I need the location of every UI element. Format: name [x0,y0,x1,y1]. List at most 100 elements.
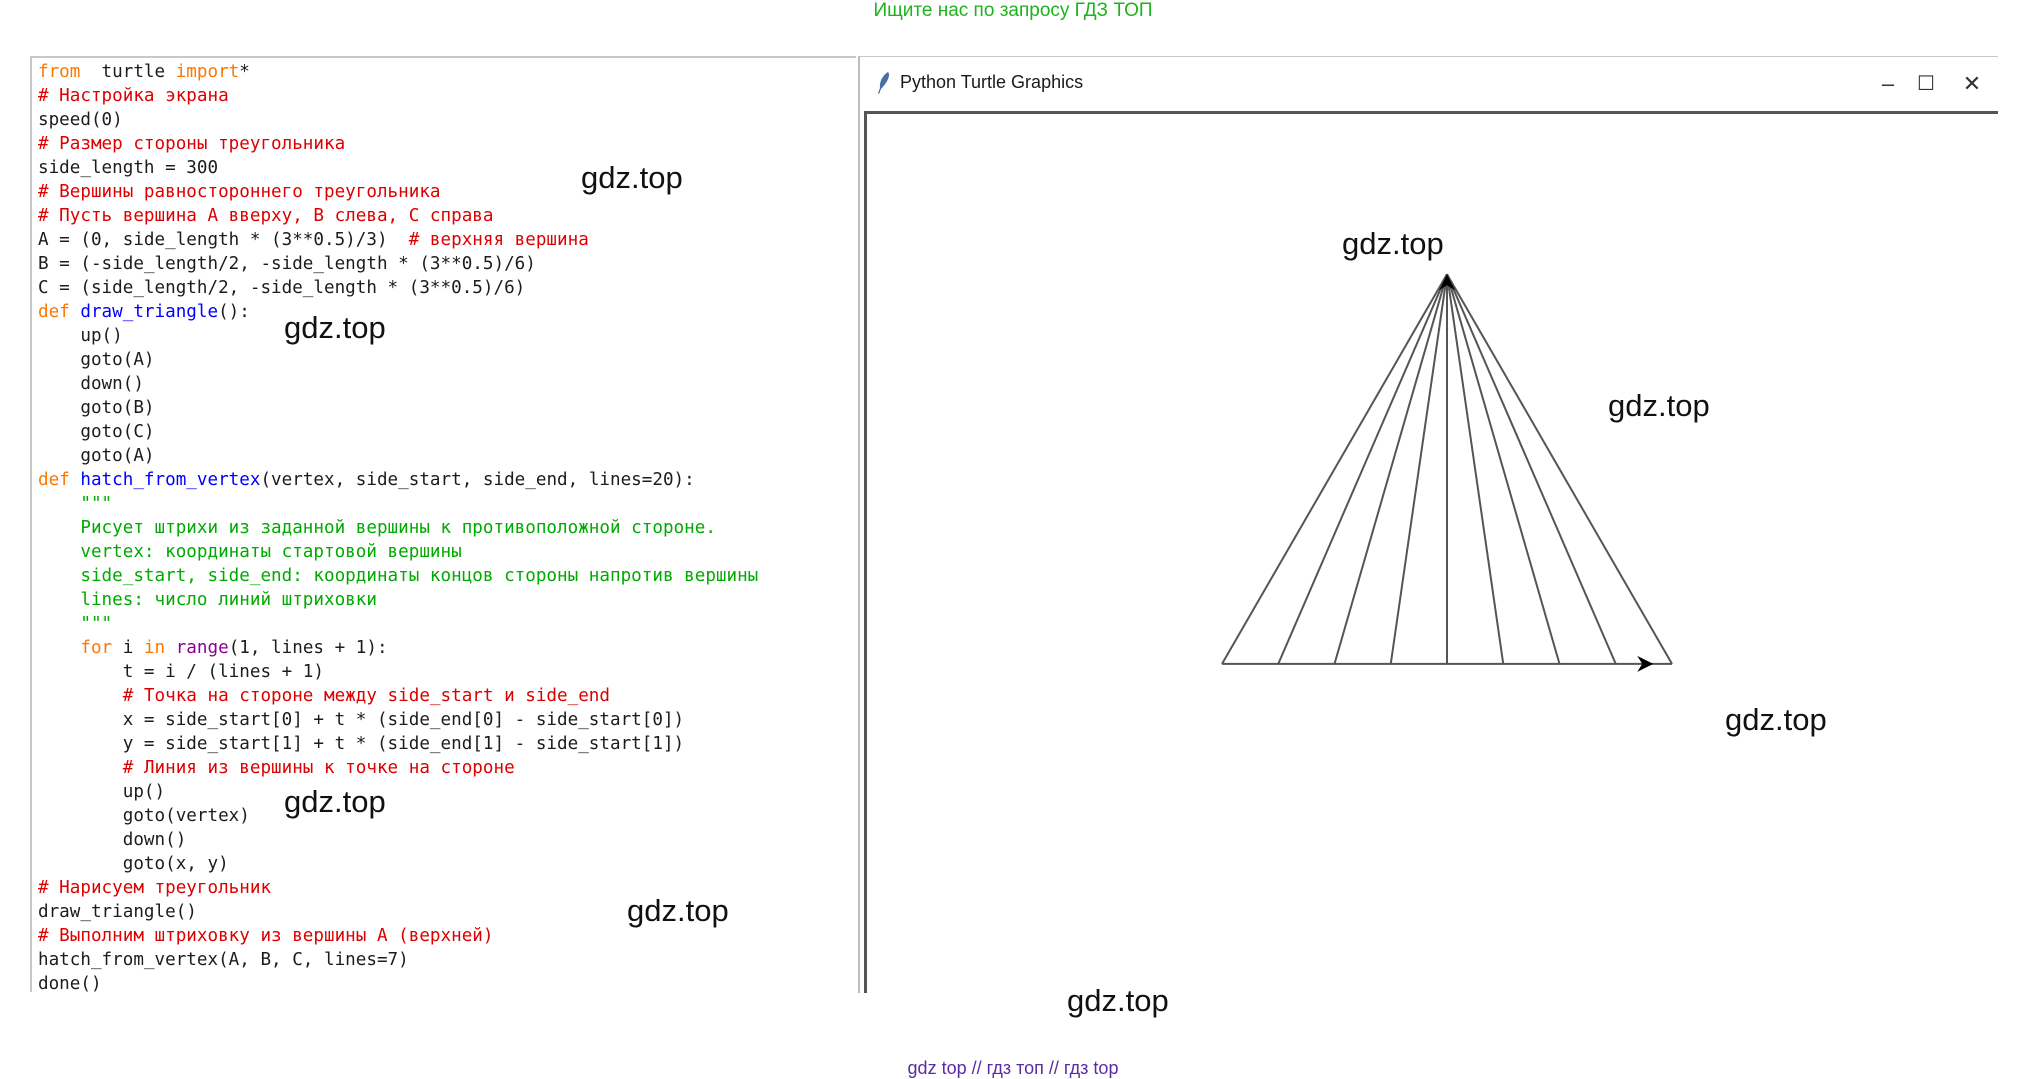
code-token: up() [38,782,166,802]
code-token: # Размер стороны треугольника [38,134,346,154]
code-token: for [38,638,113,658]
source-code[interactable]: from turtle import* # Настройка экрана spe… [32,58,856,992]
code-line: for i in range(1, lines + 1): [38,636,856,660]
code-token: (vertex, side_start, side_end, lines=20)… [260,470,695,490]
code-token: turtle [80,62,176,82]
code-token: lines: число линий штриховки [38,590,377,610]
code-line: def hatch_from_vertex(vertex, side_start… [38,468,856,492]
watermark: gdz.top [581,160,683,195]
maximize-button[interactable]: ☐ [1906,69,1946,99]
watermark: gdz.top [284,310,386,345]
code-token: up() [38,326,123,346]
turtle-window[interactable]: Python Turtle Graphics – ☐ ✕ [858,56,1998,993]
code-token: A = (0, side_length * (3**0.5)/3) [38,230,409,250]
code-token: C = (side_length/2, -side_length * (3**0… [38,278,526,298]
code-line: # Настройка экрана [38,84,856,108]
code-token: draw_triangle [80,302,219,322]
code-token: # Вершины равностороннего треугольника [38,182,441,202]
code-token: goto(x, y) [38,854,229,874]
code-token: t = i / (lines + 1) [38,662,324,682]
code-line: # Пусть вершина A вверху, B слева, C спр… [38,204,856,228]
code-line: goto(B) [38,396,856,420]
code-token: vertex: координаты стартовой вершины [38,542,462,562]
code-token: # Выполним штриховку из вершины A (верхн… [38,926,494,946]
code-line: down() [38,372,856,396]
code-line: A = (0, side_length * (3**0.5)/3) # верх… [38,228,856,252]
code-line: goto(vertex) [38,804,856,828]
code-token: side_start, side_end: координаты концов … [38,566,759,586]
code-line: B = (-side_length/2, -side_length * (3**… [38,252,856,276]
code-token: # Нарисуем треугольник [38,878,272,898]
code-token: goto(vertex) [38,806,250,826]
watermark: gdz.top [627,893,729,928]
feather-icon [878,72,890,94]
hatch-line [1446,273,1561,665]
code-token: def [38,302,81,322]
code-line: goto(A) [38,348,856,372]
code-line: draw_triangle() [38,900,856,924]
code-token: draw_triangle() [38,902,197,922]
code-token: down() [38,830,187,850]
title-bar[interactable]: Python Turtle Graphics – ☐ ✕ [860,57,1998,111]
code-line: side_start, side_end: координаты концов … [38,564,856,588]
code-token: * [239,62,250,82]
window-title: Python Turtle Graphics [900,72,1084,92]
code-line: # Точка на стороне между side_start и si… [38,684,856,708]
close-button[interactable]: ✕ [1952,69,1992,99]
code-token: goto(A) [38,350,155,370]
code-line: C = (side_length/2, -side_length * (3**0… [38,276,856,300]
code-token: # Линия из вершины к точке на стороне [38,758,515,778]
triangle-side [1221,273,1448,665]
code-token: speed(0) [38,110,123,130]
code-line: from turtle import* [38,60,856,84]
minimize-button[interactable]: – [1868,69,1908,99]
hatch-line [1446,274,1505,665]
code-line: speed(0) [38,108,856,132]
code-line: x = side_start[0] + t * (side_end[0] - s… [38,708,856,732]
code-token: """ [38,614,113,634]
code-token: def [38,470,81,490]
code-token: """ [38,494,113,514]
code-token: (1, lines + 1): [228,638,388,658]
code-token: i [112,638,144,658]
code-token: # Точка на стороне между side_start и si… [38,686,610,706]
watermark: gdz.top [1342,226,1444,261]
code-token: goto(B) [38,398,155,418]
bottom-banner: gdz top // гдз топ // гдз top [907,1058,1119,1078]
watermark: gdz.top [1608,388,1710,423]
code-line: Рисует штрихи из заданной вершины к прот… [38,516,856,540]
code-token: goto(A) [38,446,155,466]
code-line: goto(C) [38,420,856,444]
code-line: y = side_start[1] + t * (side_end[1] - s… [38,732,856,756]
code-line: t = i / (lines + 1) [38,660,856,684]
code-token: range [175,638,229,658]
hatch-line [1389,274,1448,665]
code-line: # Вершины равностороннего треугольника [38,180,856,204]
code-line: def draw_triangle(): [38,300,856,324]
code-token: from [38,62,81,82]
code-token: hatch_from_vertex [80,470,261,490]
code-line: up() [38,324,856,348]
code-line: vertex: координаты стартовой вершины [38,540,856,564]
code-token: x = side_start[0] + t * (side_end[0] - s… [38,710,685,730]
code-token: side_length = 300 [38,158,219,178]
top-banner: Ищите нас по запросу ГДЗ ТОП [873,0,1153,21]
code-token: in [143,638,166,658]
code-line: up() [38,780,856,804]
code-line: done() [38,972,856,992]
watermark: gdz.top [284,784,386,819]
watermark: gdz.top [1067,983,1169,1018]
code-token: # Пусть вершина A вверху, B слева, C спр… [38,206,494,226]
triangle-side [1446,273,1673,665]
code-token: Рисует штрихи из заданной вершины к прот… [38,518,716,538]
code-line: goto(A) [38,444,856,468]
code-editor[interactable]: from turtle import* # Настройка экрана spe… [30,56,856,992]
code-token: hatch_from_vertex(A, B, C, lines=7) [38,950,409,970]
code-line: hatch_from_vertex(A, B, C, lines=7) [38,948,856,972]
code-line: # Линия из вершины к точке на стороне [38,756,856,780]
code-line: # Выполним штриховку из вершины A (верхн… [38,924,856,948]
hatch-line [1446,273,1617,665]
code-line: lines: число линий штриховки [38,588,856,612]
code-token: B = (-side_length/2, -side_length * (3**… [38,254,536,274]
